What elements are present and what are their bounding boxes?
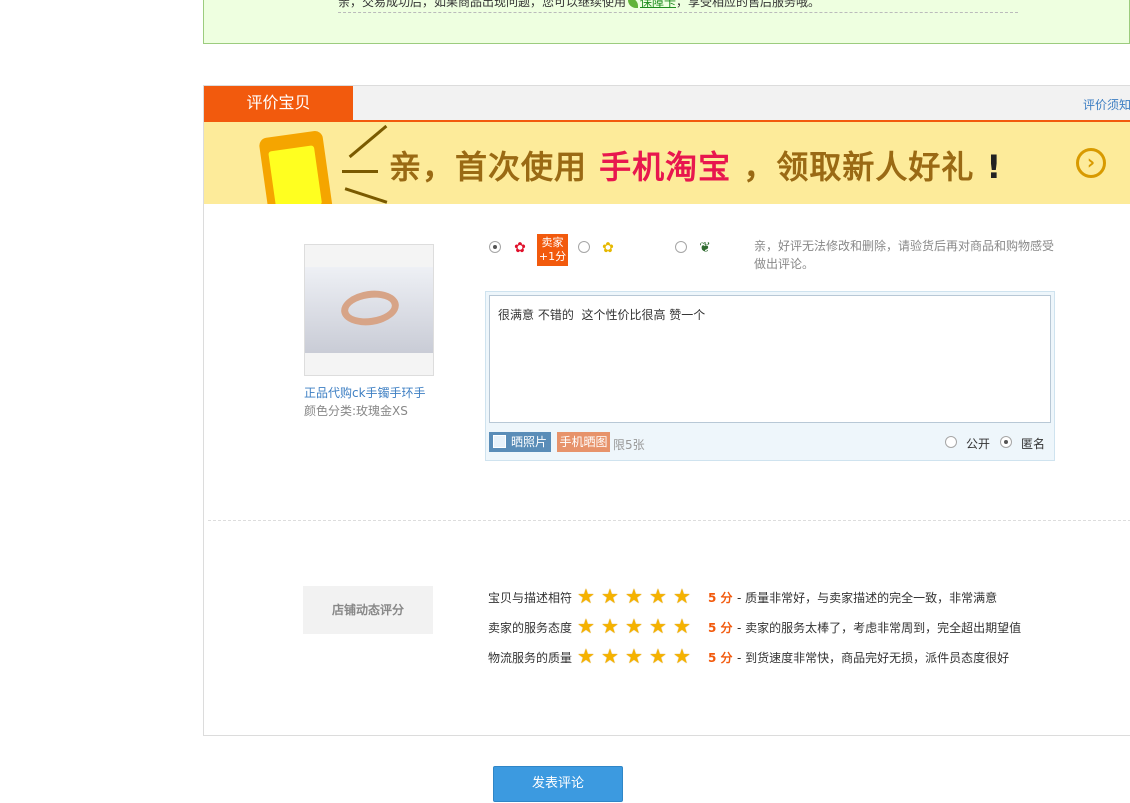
red-flower-icon: ✿ (514, 240, 526, 256)
dead-flower-icon: ❦ (699, 240, 711, 256)
star-icon[interactable]: ★ (672, 586, 692, 606)
seller-plus-one-badge: 卖家 +1分 (537, 234, 568, 266)
section-divider (208, 520, 1130, 521)
star-icon[interactable]: ★ (600, 586, 620, 606)
photo-icon (493, 435, 506, 448)
star-icon[interactable]: ★ (648, 586, 668, 606)
visibility-public-label: 公开 (966, 437, 991, 451)
phone-icon (258, 129, 334, 204)
rating-neutral-radio[interactable] (578, 241, 590, 253)
star-icon[interactable]: ★ (672, 616, 692, 636)
yellow-flower-icon: ✿ (602, 240, 614, 256)
visibility-anonymous-radio[interactable] (1000, 436, 1012, 448)
rating-good-radio[interactable] (489, 241, 501, 253)
banner-headline: 亲，首次使用 手机淘宝 ，领取新人好礼 ! (389, 148, 1003, 186)
product-thumbnail[interactable] (304, 244, 434, 376)
after-sale-notice: 亲，交易成功后，如果商品出现问题，您可以继续使用 保障卡，享受相应的售后服务哦。 (203, 0, 1130, 44)
star-icon[interactable]: ★ (624, 586, 644, 606)
banner-ray (342, 170, 378, 173)
product-sku: 颜色分类:玫瑰金XS (304, 404, 408, 418)
star-icon[interactable]: ★ (576, 586, 596, 606)
rating-bad-radio[interactable] (675, 241, 687, 253)
banner-ray (344, 187, 388, 204)
product-name-link[interactable]: 正品代购ck手镯手环手 (304, 384, 426, 401)
submit-review-button[interactable]: 发表评论 (493, 766, 623, 802)
banner-highlight: 手机淘宝 (599, 148, 732, 186)
banner-ray (348, 124, 388, 159)
star-icon[interactable]: ★ (648, 616, 668, 636)
visibility-anonymous-label: 匿名 (1021, 437, 1046, 451)
star-icon[interactable]: ★ (672, 646, 692, 666)
shop-rating-title: 店铺动态评分 (303, 586, 433, 634)
visibility-public-radio[interactable] (945, 436, 957, 448)
mobile-taobao-banner[interactable]: 亲，首次使用 手机淘宝 ，领取新人好礼 ! › (204, 122, 1130, 204)
star-icon[interactable]: ★ (648, 646, 668, 666)
guarantee-card-link[interactable]: 保障卡 (640, 0, 676, 9)
review-tabbar: 评价宝贝 评价须知 (204, 86, 1130, 122)
tab-review-item[interactable]: 评价宝贝 (204, 86, 353, 122)
banner-arrow-icon[interactable]: › (1076, 148, 1106, 178)
photo-limit-text: 限5张 (613, 438, 645, 452)
notice-divider (338, 12, 1018, 13)
star-icon[interactable]: ★ (600, 646, 620, 666)
review-panel: 评价宝贝 评价须知 亲，首次使用 手机淘宝 ，领取新人好礼 ! › 正品代购ck… (203, 85, 1130, 736)
upload-photo-button[interactable]: 晒照片 (489, 432, 551, 452)
star-icon[interactable]: ★ (576, 616, 596, 636)
star-icon[interactable]: ★ (600, 616, 620, 636)
review-guide-link[interactable]: 评价须知 (1083, 96, 1130, 113)
bracelet-image (305, 267, 433, 353)
notice-text: 亲，交易成功后，如果商品出现问题，您可以继续使用 保障卡，享受相应的售后服务哦。 (338, 0, 820, 10)
star-icon[interactable]: ★ (624, 646, 644, 666)
review-editor: 很满意 不错的 这个性价比很高 赞一个 晒照片 手机晒图 限5张 公开 匿名 (485, 291, 1055, 461)
rating-tip: 亲，好评无法修改和删除，请验货后再对商品和购物感受做出评论。 (754, 239, 1055, 271)
review-textarea[interactable]: 很满意 不错的 这个性价比很高 赞一个 (489, 295, 1051, 423)
star-icon[interactable]: ★ (624, 616, 644, 636)
star-icon[interactable]: ★ (576, 646, 596, 666)
mobile-photo-button[interactable]: 手机晒图 (557, 432, 610, 452)
leaf-icon (628, 0, 639, 8)
